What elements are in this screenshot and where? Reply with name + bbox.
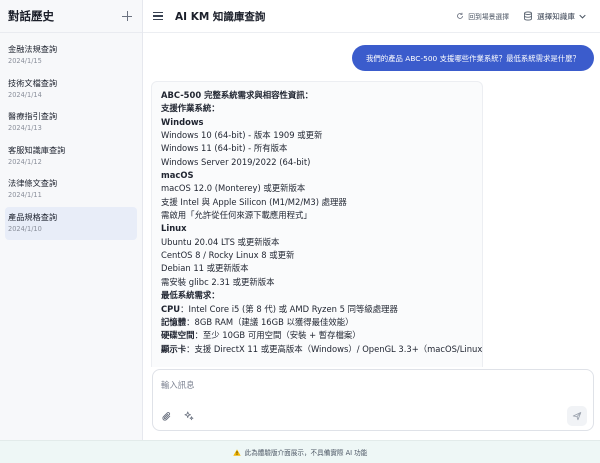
sidebar: 對話歷史 金融法規查詢 2024/1/15 技術文檔查詢 2024/1/14 醫… [0, 0, 143, 440]
assistant-line: Debian 11 或更新版本 [161, 263, 249, 274]
conversation-title: 法律條文查詢 [8, 178, 58, 188]
select-knowledge-base-label: 選擇知識庫 [537, 11, 575, 21]
conversation-date: 2024/1/11 [8, 191, 42, 199]
chat-area[interactable]: 我們的產品 ABC-500 支援哪些作業系統？最低系統需求是什麼？ ABC-50… [143, 33, 600, 367]
warning-icon [232, 448, 241, 456]
message-composer [152, 369, 594, 431]
chevron-down-icon [579, 14, 586, 19]
conversation-item[interactable]: 金融法規查詢 2024/1/15 [5, 39, 137, 73]
requirement-line: 顯示卡：支援 DirectX 11 或更高版本（Windows）/ OpenGL… [161, 343, 482, 356]
app-title: AI KM 知識庫查詢 [175, 10, 266, 23]
assistant-line: Windows [161, 116, 204, 127]
assistant-line: macOS [161, 170, 194, 181]
requirement-value: ：Intel Core i5 (第 8 代) 或 AMD Ryzen 5 同等級… [180, 303, 398, 314]
send-icon [572, 412, 582, 421]
conversation-title: 醫療指引查詢 [8, 111, 58, 121]
assistant-line: Ubuntu 20.04 LTS 或更新版本 [161, 236, 280, 247]
assistant-line: Windows 11 (64-bit) - 所有版本 [161, 143, 288, 154]
assistant-line: ABC-500 完整系統需求與相容性資訊： [161, 90, 313, 100]
conversation-date: 2024/1/14 [8, 90, 42, 99]
sidebar-header: 對話歷史 [0, 0, 142, 33]
back-to-scene-button[interactable]: 回到場景選擇 [456, 11, 509, 21]
conversation-item[interactable]: 醫療指引查詢 2024/1/13 [5, 106, 137, 140]
requirement-line: 記憶體：8GB RAM（建議 16GB 以獲得最佳效能） [161, 316, 473, 329]
menu-icon[interactable] [153, 12, 163, 21]
conversation-item-active[interactable]: 產品規格查詢 2024/1/10 [5, 206, 137, 240]
requirement-key: 記憶體 [161, 316, 187, 327]
assistant-line: 支援作業系統： [161, 103, 220, 114]
requirement-value: ：8GB RAM（建議 16GB 以獲得最佳效能） [186, 316, 354, 327]
conversation-title: 客服知識庫查詢 [8, 144, 66, 155]
send-button[interactable] [567, 406, 587, 426]
conversation-date: 2024/1/10 [8, 224, 42, 233]
assistant-line: macOS 12.0 (Monterey) 或更新版本 [161, 183, 306, 194]
refresh-icon [457, 12, 464, 19]
conversation-date: 2024/1/13 [8, 124, 42, 132]
conversation-date: 2024/1/12 [8, 157, 42, 166]
conversation-title: 金融法規查詢 [8, 44, 58, 54]
user-message-bubble: 我們的產品 ABC-500 支援哪些作業系統？最低系統需求是什麼？ [352, 45, 594, 71]
conversation-list: 金融法規查詢 2024/1/15 技術文檔查詢 2024/1/14 醫療指引查詢… [0, 33, 142, 240]
select-knowledge-base-button[interactable]: 選擇知識庫 [523, 11, 590, 22]
requirement-key: CPU [161, 303, 181, 314]
sparkle-icon[interactable] [184, 411, 194, 421]
assistant-message-card: ABC-500 完整系統需求與相容性資訊： 支援作業系統： Windows Wi… [151, 81, 483, 367]
demo-notice-text: 此為體驗版介面展示，不具備實際 AI 功能 [244, 449, 368, 457]
assistant-line: Windows 10 (64-bit) - 版本 1909 或更新 [161, 130, 323, 141]
requirement-key: 硬碟空間 [161, 330, 195, 341]
requirement-key: 顯示卡 [161, 343, 187, 354]
paperclip-icon[interactable] [162, 411, 172, 422]
conversation-title: 產品規格查詢 [8, 211, 58, 222]
requirement-line: 硬碟空間：至少 10GB 可用空間（安裝 + 暫存檔案） [161, 329, 473, 342]
main-panel: AI KM 知識庫查詢 回到場景選擇 選擇知識庫 我們的產品 ABC-500 支… [143, 0, 600, 440]
conversation-item[interactable]: 技術文檔查詢 2024/1/14 [5, 73, 137, 107]
assistant-line: 最低系統需求： [161, 290, 220, 301]
conversation-item[interactable]: 法律條文查詢 2024/1/11 [5, 173, 137, 207]
app-window: 對話歷史 金融法規查詢 2024/1/15 技術文檔查詢 2024/1/14 醫… [0, 0, 600, 463]
message-input[interactable] [161, 377, 561, 393]
assistant-line: CentOS 8 / Rocky Linux 8 或更新 [161, 250, 295, 261]
sidebar-title: 對話歷史 [8, 9, 54, 23]
assistant-line: Windows Server 2019/2022 (64-bit) [161, 156, 311, 167]
assistant-line: 需安裝 glibc 2.31 或更新版本 [161, 276, 275, 287]
back-to-scene-label: 回到場景選擇 [468, 13, 510, 21]
conversation-item[interactable]: 客服知識庫查詢 2024/1/12 [5, 140, 137, 174]
conversation-title: 技術文檔查詢 [8, 77, 58, 88]
database-icon [524, 11, 532, 21]
assistant-line: Linux [161, 223, 187, 234]
requirement-value: ：至少 10GB 可用空間（安裝 + 暫存檔案） [194, 330, 361, 341]
demo-notice-footer: 此為體驗版介面展示，不具備實際 AI 功能 [0, 440, 600, 463]
assistant-line: 支援 Intel 與 Apple Silicon (M1/M2/M3) 處理器 [161, 196, 347, 207]
requirement-line: CPU：Intel Core i5 (第 8 代) 或 AMD Ryzen 5 … [161, 303, 473, 316]
assistant-line: 需啟用「允許從任何來源下載應用程式」 [161, 210, 312, 221]
top-bar: AI KM 知識庫查詢 回到場景選擇 選擇知識庫 [143, 0, 600, 33]
requirement-value: ：支援 DirectX 11 或更高版本（Windows）/ OpenGL 3.… [186, 343, 483, 354]
conversation-date: 2024/1/15 [8, 57, 42, 65]
new-chat-plus-icon[interactable] [122, 11, 132, 21]
